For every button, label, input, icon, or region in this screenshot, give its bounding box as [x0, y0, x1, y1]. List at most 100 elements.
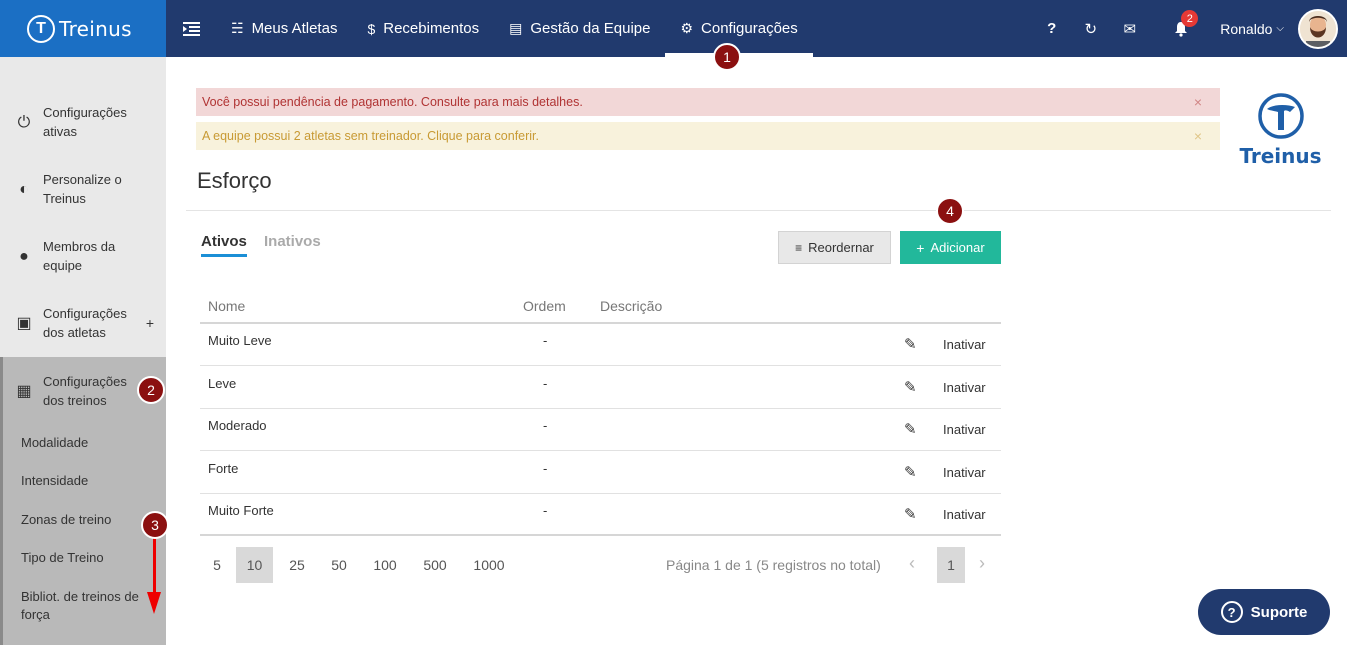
question-circle-icon: ? — [1220, 601, 1243, 623]
brand-logo[interactable]: T Treinus — [0, 0, 166, 57]
page-size-option[interactable]: 50 — [323, 547, 355, 583]
inactivate-link[interactable]: Inativar — [943, 337, 986, 352]
nav-label: Configurações — [701, 20, 798, 37]
support-label: Suporte — [1250, 603, 1308, 621]
sidebar: ⏻ Configurações ativas ◐ Personalize o T… — [0, 57, 166, 645]
chevron-right-icon[interactable]: › — [979, 553, 985, 574]
inactivate-link[interactable]: Inativar — [943, 380, 986, 395]
edit-pencil-icon[interactable]: ✎ — [904, 378, 917, 396]
nav-meus-atletas[interactable]: ☵ Meus Atletas — [216, 0, 352, 57]
brand-name: Treinus — [59, 16, 132, 41]
inactivate-link[interactable]: Inativar — [943, 422, 986, 437]
step-marker-4: 4 — [936, 197, 964, 225]
page-size-option[interactable]: 5 — [204, 547, 230, 583]
inactivate-link[interactable]: Inativar — [943, 507, 986, 522]
expand-plus-icon[interactable]: + — [146, 314, 154, 333]
plus-icon: + — [916, 239, 925, 256]
add-button[interactable]: + Adicionar — [900, 231, 1001, 264]
sidebar-subitem-intensidade[interactable]: Intensidade — [21, 472, 88, 490]
page-size-option-selected[interactable]: 10 — [236, 547, 273, 583]
notification-badge: 2 — [1181, 10, 1199, 27]
collapse-menu-button[interactable] — [166, 0, 216, 57]
envelope-icon: ✉ — [1123, 20, 1137, 38]
sidebar-subitem-tipo[interactable]: Tipo de Treino — [21, 549, 104, 567]
nav-recebimentos[interactable]: $ Recebimentos — [352, 0, 494, 57]
nav-label: Gestão da Equipe — [530, 20, 651, 37]
page-size-option[interactable]: 100 — [366, 547, 404, 583]
sidebar-item-configuracoes-ativas[interactable]: ⏻ Configurações ativas — [0, 103, 166, 141]
nav-gestao-equipe[interactable]: ▤ Gestão da Equipe — [494, 0, 665, 57]
page-button-current[interactable]: 1 — [937, 547, 965, 583]
user-avatar-icon — [1300, 10, 1336, 47]
avatar[interactable] — [1298, 8, 1338, 49]
notifications-button[interactable]: 2 — [1161, 0, 1200, 57]
sidebar-subitem-modalidade[interactable]: Modalidade — [21, 434, 88, 452]
team-logo-text: Treinus — [1239, 144, 1322, 168]
sidebar-item-label: Configurações dos treinos — [43, 374, 127, 408]
support-button[interactable]: ? Suporte — [1198, 589, 1330, 635]
page-title: Esforço — [197, 168, 272, 193]
alert-text: Você possui pendência de pagamento. Cons… — [202, 95, 583, 109]
help-button[interactable]: ? — [1032, 0, 1071, 57]
header-tools: ? ↻ ✉ 2 Ronaldo ⌵ — [1032, 0, 1347, 57]
page-size-option[interactable]: 25 — [281, 547, 313, 583]
question-icon: ? — [1047, 20, 1057, 37]
edit-pencil-icon[interactable]: ✎ — [904, 463, 917, 481]
tab-ativos[interactable]: Ativos — [201, 233, 247, 257]
row-order: - — [543, 418, 548, 433]
edit-pencil-icon[interactable]: ✎ — [904, 505, 917, 523]
gears-icon: ⚙ — [680, 20, 694, 36]
messages-button[interactable]: ✉ — [1110, 0, 1149, 57]
table-row: Moderado - ✎ Inativar — [200, 409, 1001, 451]
edit-pencil-icon[interactable]: ✎ — [904, 335, 917, 353]
row-order: - — [543, 461, 548, 476]
close-icon[interactable]: × — [1194, 94, 1202, 110]
athletes-without-coach-alert[interactable]: A equipe possui 2 atletas sem treinador.… — [196, 122, 1220, 150]
sidebar-subitem-zonas[interactable]: Zonas de treino — [21, 511, 111, 529]
sidebar-item-config-atletas[interactable]: ▣ Configurações dos atletas + — [0, 304, 166, 342]
sidebar-subitem-bibliot[interactable]: Bibliot. de treinos de força — [21, 588, 151, 624]
edit-pencil-icon[interactable]: ✎ — [904, 420, 917, 438]
table-row: Leve - ✎ Inativar — [200, 367, 1001, 409]
sync-button[interactable]: ↻ — [1071, 0, 1110, 57]
annotation-arrow-down-icon — [147, 592, 161, 614]
treinus-logo-icon: T — [27, 14, 55, 43]
column-header-description: Descrição — [600, 298, 663, 314]
payment-pending-alert[interactable]: Você possui pendência de pagamento. Cons… — [196, 88, 1220, 116]
table-row: Muito Forte - ✎ Inativar — [200, 494, 1001, 536]
page-size-option[interactable]: 1000 — [467, 547, 511, 583]
annotation-arrow-line — [153, 538, 156, 598]
tab-inativos[interactable]: Inativos — [264, 233, 321, 254]
clipboard-user-icon: ▣ — [16, 314, 32, 332]
sidebar-item-label: Configurações ativas — [43, 105, 127, 139]
page-size-option[interactable]: 500 — [416, 547, 454, 583]
palette-icon: ◐ — [19, 180, 29, 198]
inactivate-link[interactable]: Inativar — [943, 465, 986, 480]
sort-lines-icon: ≡ — [795, 240, 803, 255]
contact-card-icon: ▤ — [509, 20, 523, 36]
sidebar-item-membros[interactable]: ● Membros da equipe — [0, 237, 166, 275]
user-name[interactable]: Ronaldo — [1220, 21, 1272, 37]
team-icon: ● — [19, 247, 29, 265]
sync-icon: ↻ — [1084, 20, 1098, 38]
row-name: Leve — [208, 376, 237, 391]
table-row: Muito Leve - ✎ Inativar — [200, 324, 1001, 366]
chevron-down-icon[interactable]: ⌵ — [1276, 23, 1284, 34]
sidebar-item-personalize[interactable]: ◐ Personalize o Treinus — [0, 170, 166, 208]
row-name: Muito Forte — [208, 503, 274, 518]
alert-text: A equipe possui 2 atletas sem treinador.… — [202, 129, 540, 143]
dollar-icon: $ — [367, 20, 376, 37]
chevron-left-icon[interactable]: ‹ — [909, 553, 915, 574]
pagination-info: Página 1 de 1 (5 registros no total) — [666, 557, 881, 573]
sidebar-item-label: Membros da equipe — [43, 239, 116, 273]
team-logo: Treinus — [1238, 92, 1323, 168]
close-icon[interactable]: × — [1194, 128, 1202, 144]
nav-configuracoes[interactable]: ⚙ Configurações — [665, 0, 814, 57]
sidebar-item-label: Configurações dos atletas — [43, 306, 127, 340]
row-order: - — [543, 376, 548, 391]
divider — [186, 210, 1331, 211]
reorder-button[interactable]: ≡ Reordernar — [778, 231, 891, 264]
row-name: Forte — [208, 461, 239, 476]
column-header-name: Nome — [208, 298, 246, 314]
add-label: Adicionar — [930, 240, 985, 255]
